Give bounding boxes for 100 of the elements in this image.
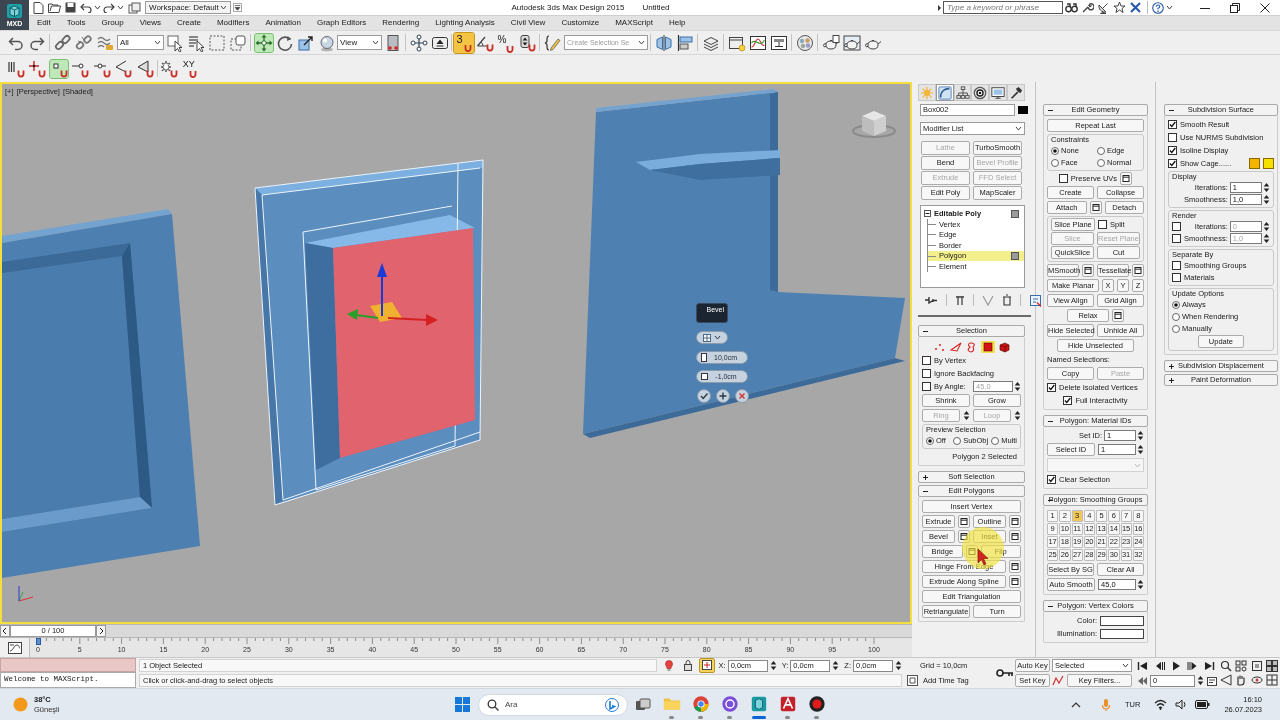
gear-snap-icon[interactable] [160, 59, 179, 78]
menu-item[interactable]: Graph Editors [308, 16, 375, 30]
spinner-arrows-icon[interactable] [895, 660, 902, 671]
go-to-start-icon[interactable] [1136, 659, 1148, 672]
checkbox[interactable] [1047, 475, 1056, 484]
spinner-arrows-icon[interactable] [1014, 410, 1021, 421]
settings-icon[interactable] [1009, 575, 1021, 588]
settings-icon[interactable] [1132, 264, 1144, 277]
scale-icon[interactable] [296, 33, 315, 52]
ring-app-icon[interactable] [720, 694, 739, 713]
face-snap-icon[interactable] [135, 59, 154, 78]
view-cube-icon[interactable] [852, 111, 896, 138]
caret-icon[interactable] [1015, 126, 1022, 131]
settings-icon[interactable] [958, 515, 970, 528]
restore-icon[interactable] [1230, 2, 1240, 13]
caret-icon[interactable] [638, 40, 645, 45]
checkbox[interactable] [1047, 383, 1056, 392]
command-tab[interactable] [989, 84, 1008, 101]
settings-icon[interactable] [1089, 201, 1102, 214]
customize-dropdown-icon[interactable] [233, 3, 242, 12]
go-to-end-icon[interactable] [1204, 659, 1216, 672]
radio-button[interactable] [1172, 324, 1180, 333]
sphere-icon[interactable] [317, 33, 336, 52]
expand-arrow-icon[interactable] [937, 3, 942, 12]
new-file-icon[interactable] [33, 1, 44, 14]
spinner-arrows-icon[interactable] [1197, 675, 1204, 686]
chevron-up-icon[interactable] [1071, 701, 1082, 708]
maxscript-input-field[interactable] [0, 658, 136, 672]
workspace-dropdown[interactable]: Workspace: Default [145, 1, 231, 14]
curve-editor-icon[interactable] [748, 33, 767, 52]
settings-icon[interactable] [1009, 530, 1021, 543]
cube-app-icon[interactable] [749, 694, 768, 713]
spinner-arrows-icon[interactable] [769, 660, 777, 671]
star-icon[interactable] [1112, 1, 1126, 14]
wifi-icon[interactable] [1154, 699, 1168, 710]
chrome-icon[interactable] [691, 694, 710, 713]
material-spheres-icon[interactable] [795, 33, 814, 52]
checkbox[interactable] [922, 356, 931, 365]
time-tag-icon[interactable] [906, 674, 919, 687]
selected-polygon[interactable] [333, 228, 475, 458]
checkbox[interactable] [1172, 234, 1181, 243]
expand-icon[interactable] [1169, 378, 1174, 383]
close-icon[interactable] [1260, 2, 1270, 13]
command-tab[interactable] [971, 84, 990, 101]
caret-icon[interactable] [154, 40, 161, 45]
collapse-icon[interactable] [1048, 604, 1053, 609]
zoom-all-icon[interactable] [1235, 660, 1248, 672]
absolute-mode-icon[interactable] [699, 659, 714, 672]
key-mode-icon[interactable] [1136, 674, 1148, 687]
checkbox[interactable] [1172, 261, 1181, 270]
panel-object[interactable] [2, 209, 200, 578]
triangle-app-icon[interactable] [778, 694, 797, 713]
configure-icon[interactable] [1029, 293, 1042, 307]
spinner-arrows-icon[interactable] [832, 660, 840, 671]
project-folder-icon[interactable] [127, 1, 141, 14]
menu-item[interactable]: Rendering [374, 16, 428, 30]
command-tab[interactable] [1007, 84, 1025, 101]
checkbox[interactable] [922, 369, 931, 378]
x-logo-icon[interactable] [1128, 1, 1142, 14]
spinner-arrows-icon[interactable] [1262, 233, 1270, 244]
edge-icon[interactable] [948, 341, 963, 353]
time-configuration-icon[interactable] [1206, 674, 1218, 687]
link-icon[interactable] [53, 33, 72, 52]
menu-item[interactable]: Create [168, 16, 209, 30]
checkbox[interactable] [1172, 273, 1181, 282]
percent-snap-button[interactable]: % [495, 32, 516, 53]
radio-button[interactable] [953, 436, 962, 445]
maximize-viewport-icon[interactable] [1266, 674, 1279, 686]
menu-item[interactable]: Help [660, 16, 694, 30]
zoom-icon[interactable] [1219, 660, 1232, 672]
checkbox[interactable] [1172, 222, 1181, 231]
satellite-dish-icon[interactable] [1096, 1, 1110, 14]
trash-icon[interactable] [1002, 294, 1012, 306]
align-icon[interactable] [675, 33, 694, 52]
battery-icon[interactable] [1195, 700, 1211, 709]
help-icon[interactable] [1152, 1, 1164, 14]
polygon-icon[interactable] [980, 341, 995, 353]
spinner-arrows-icon[interactable] [1262, 221, 1270, 232]
zoom-extents-icon[interactable] [1250, 660, 1263, 672]
field-of-view-icon[interactable] [1219, 674, 1232, 686]
play-icon[interactable] [1170, 659, 1182, 672]
show-end-result-icon[interactable] [955, 294, 965, 306]
axis-constraint-button[interactable]: XY [180, 58, 201, 79]
settings-icon[interactable] [958, 530, 970, 543]
spinner-arrows-icon[interactable] [1262, 194, 1270, 205]
task-view-icon[interactable] [634, 697, 651, 712]
zoom-extents-all-icon[interactable] [1266, 660, 1279, 672]
square-icon[interactable] [1011, 209, 1019, 218]
settings-icon[interactable] [1120, 172, 1133, 185]
checkbox[interactable] [1098, 220, 1107, 229]
color-swatch[interactable] [1100, 615, 1144, 626]
checkbox[interactable] [1058, 174, 1068, 183]
undo-icon[interactable] [79, 2, 92, 13]
save-icon[interactable] [64, 2, 76, 13]
element-icon[interactable] [996, 341, 1011, 353]
radio-button[interactable] [1172, 300, 1180, 309]
mirror-icon[interactable] [654, 33, 673, 52]
grid-snap-icon[interactable] [6, 59, 25, 78]
select-object-icon[interactable] [165, 33, 184, 52]
collapse-icon[interactable] [923, 329, 928, 334]
